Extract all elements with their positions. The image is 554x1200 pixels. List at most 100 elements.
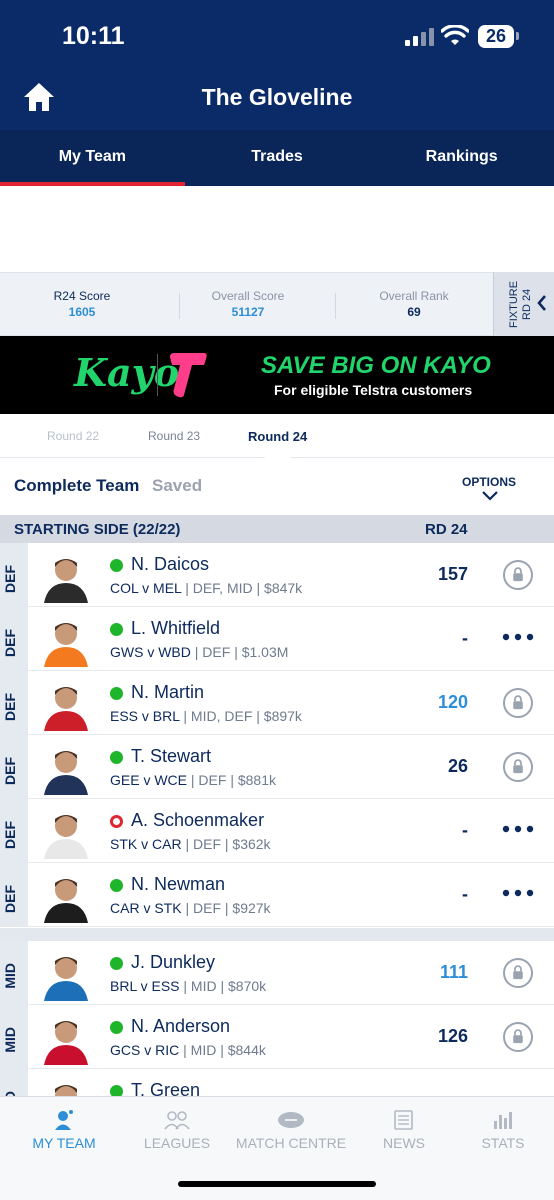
status-dot [110, 623, 123, 636]
nav-my-team[interactable]: MY TEAM [9, 1105, 119, 1151]
player-details: | MID | $870k [179, 978, 267, 994]
complete-team-tab[interactable]: Complete Team [14, 476, 139, 496]
overall-rank-value: 69 [407, 305, 421, 319]
position-tag: DEF [0, 863, 28, 927]
nav-leagues[interactable]: LEAGUES [122, 1105, 232, 1151]
round-23-tab[interactable]: Round 23 [148, 429, 200, 443]
ad-banner[interactable]: Kayo SAVE BIG ON KAYO For eligible Telst… [0, 336, 554, 414]
lock-icon[interactable] [503, 1022, 533, 1052]
player-details: | DEF | $927k [181, 900, 271, 916]
player-avatar [44, 815, 88, 859]
player-row[interactable]: DEF L. Whitfield GWS v WBD | DEF | $1.03M - [0, 607, 554, 671]
lock-icon[interactable] [503, 560, 533, 590]
round-24-tab[interactable]: Round 24 [248, 429, 307, 444]
player-row[interactable]: DEF N. Martin ESS v BRL | MID, DEF | $897k… [0, 671, 554, 735]
fixture-button[interactable]: FIXTURE RD 24 [493, 272, 554, 336]
position-tag: MID [0, 1069, 28, 1096]
position-label: MID [2, 1027, 18, 1053]
player-row[interactable]: DEF N. Newman CAR v STK | DEF | $927k - [0, 863, 554, 927]
home-indicator [178, 1181, 376, 1187]
player-meta: GEE v WCE | DEF | $881k [110, 772, 276, 788]
section-header: STARTING SIDE (22/22) RD 24 [0, 515, 554, 543]
options-button[interactable]: OPTIONS [462, 475, 516, 489]
page-title: The Gloveline [201, 84, 353, 110]
player-name[interactable]: J. Dunkley [131, 952, 215, 973]
status-dot [110, 751, 123, 764]
player-name[interactable]: T. Green [131, 1080, 200, 1096]
fixture-label: FIXTURE RD 24 [508, 280, 533, 328]
ad-headline: SAVE BIG ON KAYO [261, 352, 491, 379]
divider [179, 293, 180, 319]
nav-match-centre[interactable]: MATCH CENTRE [235, 1105, 347, 1151]
overall-score-label: Overall Score [211, 289, 285, 303]
nav-news[interactable]: NEWS [349, 1105, 459, 1151]
r24-score-label: R24 Score [53, 289, 111, 303]
round-22-tab[interactable]: Round 22 [47, 429, 99, 443]
more-options-icon[interactable] [502, 889, 534, 897]
position-label: DEF [2, 693, 18, 721]
player-details: | DEF | $881k [187, 772, 276, 788]
r24-score-value: 1605 [68, 305, 96, 319]
player-match: CAR v STK [110, 900, 182, 916]
position-label: DEF [2, 821, 18, 849]
position-label: DEF [2, 757, 18, 785]
nav-label: LEAGUES [143, 1135, 211, 1151]
overall-score: Overall Score 51127 [188, 289, 308, 319]
player-row[interactable]: MID J. Dunkley BRL v ESS | MID | $870k 111 [0, 941, 554, 1005]
nav-label: STATS [481, 1135, 525, 1151]
player-avatar [44, 623, 88, 667]
tab-trades[interactable]: Trades [185, 130, 370, 186]
group-divider [0, 928, 554, 941]
player-details: | MID | $844k [179, 1042, 266, 1058]
player-name[interactable]: L. Whitfield [131, 618, 220, 639]
kayo-logo: Kayo [74, 350, 180, 395]
more-options-icon[interactable] [502, 633, 534, 641]
tab-rankings[interactable]: Rankings [369, 130, 554, 186]
saved-tab[interactable]: Saved [152, 476, 202, 496]
player-row[interactable]: DEF A. Schoenmaker STK v CAR | DEF | $362k… [0, 799, 554, 863]
status-dot [110, 879, 123, 892]
player-name[interactable]: N. Daicos [131, 554, 209, 575]
tab-my-team[interactable]: My Team [0, 130, 185, 186]
position-tag: DEF [0, 607, 28, 671]
top-tabs: My Team Trades Rankings [0, 130, 554, 186]
player-meta: COL v MEL | DEF, MID | $847k [110, 580, 302, 596]
player-match: GWS v WBD [110, 644, 191, 660]
more-options-icon[interactable] [502, 825, 534, 833]
player-avatar [55, 1085, 77, 1096]
battery-tip [516, 32, 519, 40]
player-score: - [462, 820, 468, 840]
status-bar: 10:11 26 [0, 0, 554, 72]
position-label: DEF [2, 565, 18, 593]
player-name[interactable]: A. Schoenmaker [131, 810, 264, 831]
player-meta: CAR v STK | DEF | $927k [110, 900, 271, 916]
player-match: COL v MEL [110, 580, 182, 596]
player-avatar [44, 879, 88, 923]
section-round: RD 24 [425, 521, 468, 538]
lock-icon[interactable] [503, 958, 533, 988]
position-label: DEF [2, 885, 18, 913]
player-row[interactable]: DEF N. Daicos COL v MEL | DEF, MID | $847k… [0, 543, 554, 607]
chevron-left-icon [537, 295, 546, 311]
player-row[interactable]: MID T. Green [0, 1069, 554, 1096]
position-label: DEF [2, 629, 18, 657]
app-header: The Gloveline [0, 72, 554, 130]
player-name[interactable]: N. Anderson [131, 1016, 230, 1037]
player-details: | DEF | $362k [181, 836, 271, 852]
status-dot [110, 815, 123, 828]
player-name[interactable]: N. Newman [131, 874, 225, 895]
player-name[interactable]: T. Stewart [131, 746, 211, 767]
player-row[interactable]: MID N. Anderson GCS v RIC | MID | $844k 126 [0, 1005, 554, 1069]
position-tag: DEF [0, 671, 28, 735]
player-row[interactable]: DEF T. Stewart GEE v WCE | DEF | $881k 26 [0, 735, 554, 799]
lock-icon[interactable] [503, 688, 533, 718]
nav-stats[interactable]: STATS [448, 1105, 554, 1151]
player-name[interactable]: N. Martin [131, 682, 204, 703]
telstra-logo-icon [170, 353, 207, 398]
chevron-down-icon[interactable] [482, 491, 498, 501]
player-meta: STK v CAR | DEF | $362k [110, 836, 271, 852]
player-match: ESS v BRL [110, 708, 180, 724]
status-dot [110, 1021, 123, 1034]
nav-label: MATCH CENTRE [235, 1135, 347, 1151]
lock-icon[interactable] [503, 752, 533, 782]
